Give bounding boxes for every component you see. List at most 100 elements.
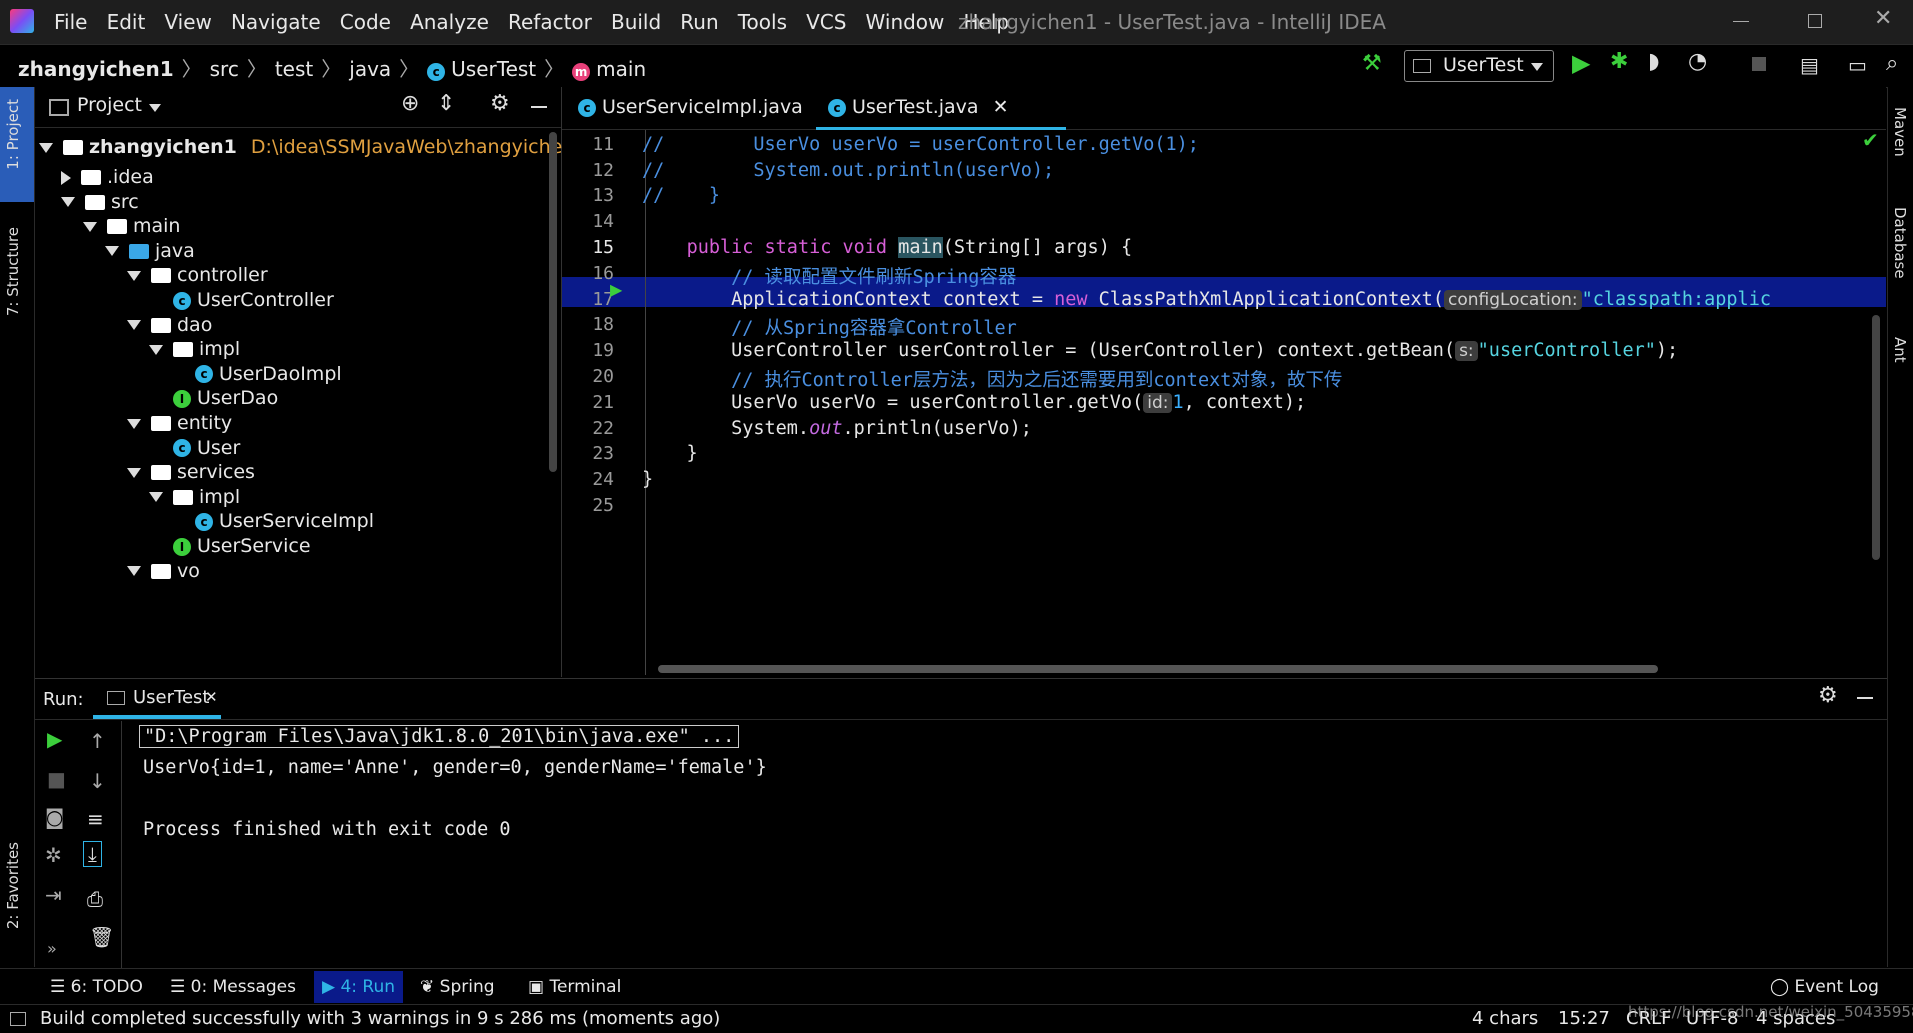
close-tab-icon[interactable]: ✕ [993, 96, 1009, 118]
stop-icon[interactable] [1752, 57, 1766, 71]
spring-tab[interactable]: ❦ Spring [420, 977, 495, 997]
console-output[interactable]: "D:\Program Files\Java\jdk1.8.0_201\bin\… [131, 721, 1881, 967]
gear-icon[interactable]: ⚙ [490, 91, 510, 116]
breadcrumb-java[interactable]: java [349, 57, 391, 81]
code-editor[interactable]: 10111213141516171819202122232425 ▶ // //… [562, 130, 1886, 675]
coverage-icon[interactable]: ◗ [1648, 49, 1660, 74]
code-line: UserController userController = (UserCon… [642, 340, 1678, 362]
menu-window[interactable]: Window [866, 10, 945, 34]
menu-vcs[interactable]: VCS [806, 10, 846, 34]
close-window-icon[interactable]: ✕ [1874, 6, 1892, 31]
trash-icon[interactable]: 🗑 [89, 925, 114, 949]
line-number: 20 [592, 366, 614, 387]
tree-item[interactable]: vo [127, 556, 200, 586]
status-message[interactable]: Build completed successfully with 3 warn… [40, 1008, 720, 1029]
tab-usertest[interactable]: c UserTest.java ✕ [816, 87, 1066, 131]
hide-panel-icon[interactable] [1857, 697, 1873, 699]
more-icon[interactable]: » [47, 939, 57, 958]
arrow-up-icon[interactable]: ↑ [89, 729, 106, 753]
breadcrumb-test[interactable]: test [275, 57, 313, 81]
terminal-tab[interactable]: ▣ Terminal [528, 977, 621, 997]
project-structure-icon[interactable]: ▤ [1800, 53, 1819, 77]
expand-arrow-icon[interactable] [149, 492, 163, 503]
tab-userserviceimpl[interactable]: cUserServiceImpl.java ✕ [566, 87, 816, 158]
close-tab-icon[interactable]: ✕ [205, 688, 218, 706]
check-icon: ✔ [1862, 130, 1879, 152]
menu-run[interactable]: Run [680, 10, 718, 34]
profile-icon[interactable]: ◔ [1688, 49, 1707, 74]
folder-icon [173, 342, 193, 358]
tree-item-label: UserController [197, 289, 334, 311]
print-icon[interactable]: ⎙ [87, 887, 103, 911]
search-icon[interactable]: ⌕ [1886, 51, 1898, 76]
expand-arrow-icon[interactable] [127, 418, 141, 429]
expand-arrow-icon[interactable] [105, 246, 119, 257]
menu-refactor[interactable]: Refactor [508, 10, 592, 34]
caret-position[interactable]: 15:27 [1558, 1008, 1610, 1029]
terminal-icon: ▣ [528, 977, 550, 997]
menu-analyze[interactable]: Analyze [410, 10, 489, 34]
soft-wrap-icon[interactable]: ≡ [87, 807, 104, 831]
menu-file[interactable]: File [54, 10, 87, 34]
hammer-build-icon[interactable]: ⚒ [1362, 51, 1382, 76]
chevron-right-icon: 〉 [399, 57, 420, 81]
menu-build[interactable]: Build [611, 10, 661, 34]
expand-arrow-icon[interactable] [39, 142, 53, 153]
menu-edit[interactable]: Edit [107, 10, 146, 34]
structure-tool-tab[interactable]: 7: Structure [4, 227, 22, 316]
expand-arrow-icon[interactable] [127, 270, 141, 281]
chevron-down-icon[interactable] [149, 104, 161, 112]
breadcrumb-usertest[interactable]: UserTest [451, 57, 536, 81]
rerun-icon[interactable]: ▶ [47, 727, 62, 751]
run-config-selector[interactable]: UserTest [1404, 50, 1554, 82]
restore-icon[interactable] [1808, 14, 1822, 28]
breadcrumb-src[interactable]: src [210, 57, 239, 81]
expand-arrow-icon[interactable] [61, 197, 75, 208]
expand-arrow-icon[interactable] [127, 320, 141, 331]
line-number: 24 [592, 469, 614, 491]
event-log-tab[interactable]: ◯ Event Log [1770, 977, 1879, 997]
gear-icon[interactable]: ⚙ [1818, 683, 1838, 708]
line-number: 11 [592, 133, 614, 155]
expand-arrow-icon[interactable] [127, 467, 141, 478]
stop-icon[interactable]: ■ [47, 767, 66, 791]
horizontal-scrollbar[interactable] [658, 665, 1658, 673]
debug-settings-icon[interactable]: ✲ [45, 843, 62, 867]
hide-panel-icon[interactable] [531, 106, 547, 108]
run-icon[interactable]: ▶ [1572, 49, 1590, 77]
menu-code[interactable]: Code [340, 10, 391, 34]
locate-icon[interactable]: ⊕ [401, 91, 419, 116]
debug-icon[interactable]: ✱ [1610, 49, 1628, 74]
project-tool-tab[interactable]: 1: Project [0, 87, 34, 202]
favorites-tool-tab[interactable]: 2: Favorites [4, 842, 22, 929]
collapse-all-icon[interactable]: ⇕ [437, 91, 455, 116]
minimize-icon[interactable] [1733, 21, 1749, 22]
maven-tool-tab[interactable]: Maven [1891, 107, 1909, 157]
todo-tab[interactable]: ☰ 6: TODO [50, 977, 143, 997]
run-tab[interactable]: ▶ 4: Run [314, 971, 404, 1003]
vertical-scrollbar[interactable] [1872, 315, 1880, 560]
terminal-window-icon[interactable]: ▭ [1848, 53, 1867, 77]
arrow-down-icon[interactable]: ↓ [89, 769, 106, 793]
tree-scrollbar[interactable] [549, 132, 557, 472]
menu-view[interactable]: View [164, 10, 211, 34]
todo-label: 6: TODO [70, 977, 143, 997]
breadcrumb-main[interactable]: main [596, 57, 646, 81]
expand-arrow-icon[interactable] [127, 566, 141, 577]
camera-icon[interactable]: ◙ [45, 805, 64, 829]
project-view-selector[interactable]: Project [77, 94, 142, 116]
expand-arrow-icon[interactable] [61, 170, 71, 185]
menu-navigate[interactable]: Navigate [231, 10, 321, 34]
run-gutter-icon[interactable]: ▶ [610, 280, 622, 299]
breadcrumb-project[interactable]: zhangyichen1 [18, 57, 174, 81]
expand-arrow-icon[interactable] [83, 221, 97, 232]
expand-arrow-icon[interactable] [149, 344, 163, 355]
scroll-to-end-icon[interactable]: ⤓ [83, 841, 102, 867]
database-tool-tab[interactable]: Database [1891, 207, 1909, 279]
ant-tool-tab[interactable]: Ant [1891, 337, 1909, 363]
menu-tools[interactable]: Tools [738, 10, 787, 34]
exit-icon[interactable]: ⇥ [45, 883, 62, 907]
messages-tab[interactable]: ☰ 0: Messages [170, 977, 296, 997]
tree-root[interactable]: zhangyichen1 D:\idea\SSMJavaWeb\zhangyic… [39, 132, 586, 162]
run-tab-usertest[interactable]: UserTest ✕ [93, 679, 221, 719]
